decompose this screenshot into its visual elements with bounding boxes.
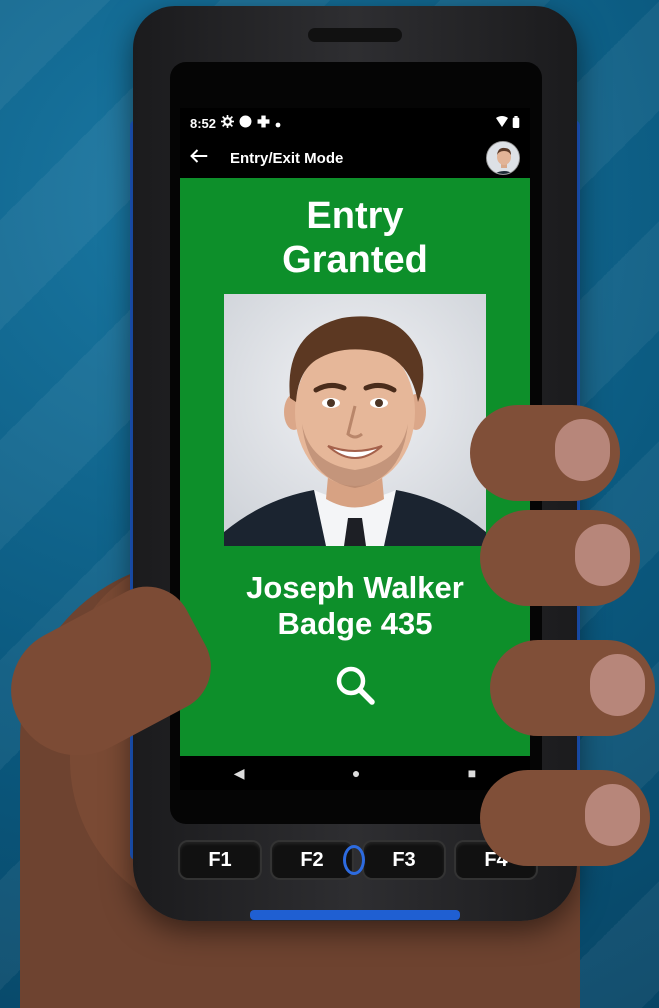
earpiece bbox=[308, 28, 402, 42]
nav-recents-button[interactable]: ■ bbox=[468, 765, 476, 781]
plus-icon bbox=[257, 115, 270, 131]
search-icon[interactable] bbox=[334, 664, 376, 711]
dot-icon bbox=[275, 116, 281, 131]
status-bar: 8:52 bbox=[180, 108, 530, 138]
page-title: Entry/Exit Mode bbox=[230, 149, 344, 167]
f1-key[interactable]: F1 bbox=[178, 840, 262, 880]
f2-key[interactable]: F2 bbox=[270, 840, 354, 880]
finger-pinky bbox=[480, 770, 650, 866]
result-heading: Entry Granted bbox=[282, 194, 428, 282]
gear-icon bbox=[221, 115, 235, 131]
finger-index bbox=[470, 405, 620, 501]
app-bar: Entry/Exit Mode bbox=[180, 138, 530, 178]
nav-back-button[interactable]: ◀ bbox=[234, 765, 245, 782]
status-time: 8:52 bbox=[190, 115, 217, 131]
battery-icon bbox=[512, 115, 520, 131]
result-line-1: Entry bbox=[306, 195, 404, 237]
android-nav-bar: ◀ ● ■ bbox=[180, 756, 530, 790]
result-line-2: Granted bbox=[282, 239, 428, 281]
circle-icon bbox=[239, 115, 252, 131]
back-arrow-icon[interactable] bbox=[190, 147, 208, 170]
finger-middle bbox=[480, 510, 640, 606]
phone-bottom-accent bbox=[250, 910, 460, 920]
avatar[interactable] bbox=[486, 141, 520, 175]
person-badge: Badge 435 bbox=[277, 606, 433, 641]
wifi-icon bbox=[496, 116, 508, 130]
finger-ring bbox=[490, 640, 655, 736]
person-name: Joseph Walker bbox=[246, 570, 464, 605]
person-photo bbox=[224, 294, 486, 546]
scan-trigger-icon[interactable] bbox=[343, 845, 365, 875]
f3-key[interactable]: F3 bbox=[362, 840, 446, 880]
nav-home-button[interactable]: ● bbox=[352, 765, 360, 781]
